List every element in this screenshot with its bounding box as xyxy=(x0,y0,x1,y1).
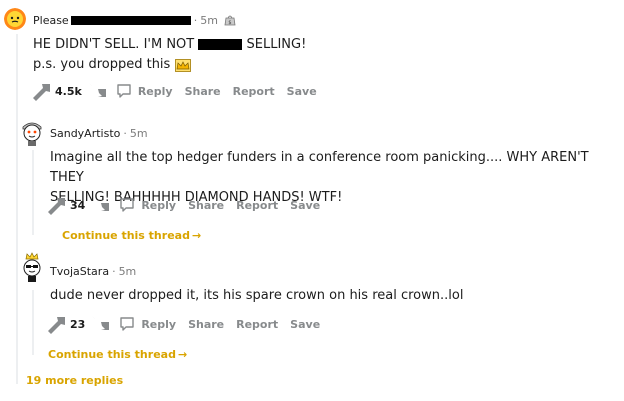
vote-score: 23 xyxy=(70,317,86,331)
share-button[interactable]: Share xyxy=(188,318,224,331)
comment-meta: Please · 5m $ xyxy=(33,13,237,27)
thread-line[interactable] xyxy=(32,150,34,235)
avatar[interactable] xyxy=(20,118,44,146)
vote-score: 4.5k xyxy=(55,84,82,98)
vote-score: 34 xyxy=(70,198,86,212)
username[interactable]: SandyArtisto xyxy=(50,127,120,140)
upvote-button[interactable] xyxy=(46,195,68,215)
share-button[interactable]: Share xyxy=(185,85,221,98)
report-button[interactable]: Report xyxy=(233,85,275,98)
timestamp[interactable]: 5m xyxy=(119,265,137,278)
comment-actions: 23 Reply Share Report Save xyxy=(46,313,320,335)
comment-body: dude never dropped it, its his spare cro… xyxy=(50,286,610,306)
thread-line[interactable] xyxy=(16,34,18,384)
timestamp[interactable]: 5m xyxy=(200,14,218,27)
username[interactable]: TvojaStara xyxy=(50,265,109,278)
comment-actions: 34 Reply Share Report Save xyxy=(46,194,320,216)
downvote-button[interactable] xyxy=(89,314,111,334)
reply-button[interactable]: Reply xyxy=(119,197,176,213)
comment-meta: TvojaStara · 5m xyxy=(50,265,137,278)
save-button[interactable]: Save xyxy=(290,199,320,212)
comment-body: HE DIDN'T SELL. I'M NOT SELLING! p.s. yo… xyxy=(33,35,593,75)
more-replies-link[interactable]: 19 more replies xyxy=(26,374,123,387)
redacted-text xyxy=(198,39,243,50)
comment-line: p.s. you dropped this xyxy=(33,55,593,75)
comment-bubble-icon xyxy=(120,317,135,331)
comment-line: HE DIDN'T SELL. I'M NOT SELLING! xyxy=(33,37,307,52)
comment-bubble-icon xyxy=(120,198,135,212)
comment-line: Imagine all the top hedger funders in a … xyxy=(50,150,589,185)
report-button[interactable]: Report xyxy=(236,199,278,212)
save-button[interactable]: Save xyxy=(287,85,317,98)
arrow-right-icon: → xyxy=(177,348,188,361)
report-button[interactable]: Report xyxy=(236,318,278,331)
thread-line[interactable] xyxy=(32,290,34,355)
reply-button[interactable]: Reply xyxy=(116,83,173,99)
reply-button[interactable]: Reply xyxy=(119,316,176,332)
timestamp[interactable]: 5m xyxy=(130,127,148,140)
bag-award-icon[interactable]: $ xyxy=(223,13,237,27)
save-button[interactable]: Save xyxy=(290,318,320,331)
arrow-right-icon: → xyxy=(191,229,202,242)
avatar[interactable] xyxy=(4,8,26,30)
comment-meta: SandyArtisto · 5m xyxy=(50,127,148,140)
username[interactable]: Please xyxy=(33,14,69,27)
downvote-button[interactable] xyxy=(89,195,111,215)
continue-thread-link[interactable]: Continue this thread → xyxy=(62,229,201,242)
downvote-button[interactable] xyxy=(86,81,108,101)
avatar[interactable] xyxy=(20,252,44,282)
comment-actions: 4.5k Reply Share Report Save xyxy=(31,80,317,102)
redacted-username xyxy=(70,15,191,25)
continue-thread-link[interactable]: Continue this thread → xyxy=(48,348,187,361)
upvote-button[interactable] xyxy=(46,314,68,334)
crown-emoji-icon xyxy=(175,58,192,72)
share-button[interactable]: Share xyxy=(188,199,224,212)
upvote-button[interactable] xyxy=(31,81,53,101)
svg-text:$: $ xyxy=(228,20,231,26)
comment-line: dude never dropped it, its his spare cro… xyxy=(50,288,464,303)
comment-bubble-icon xyxy=(117,84,131,98)
